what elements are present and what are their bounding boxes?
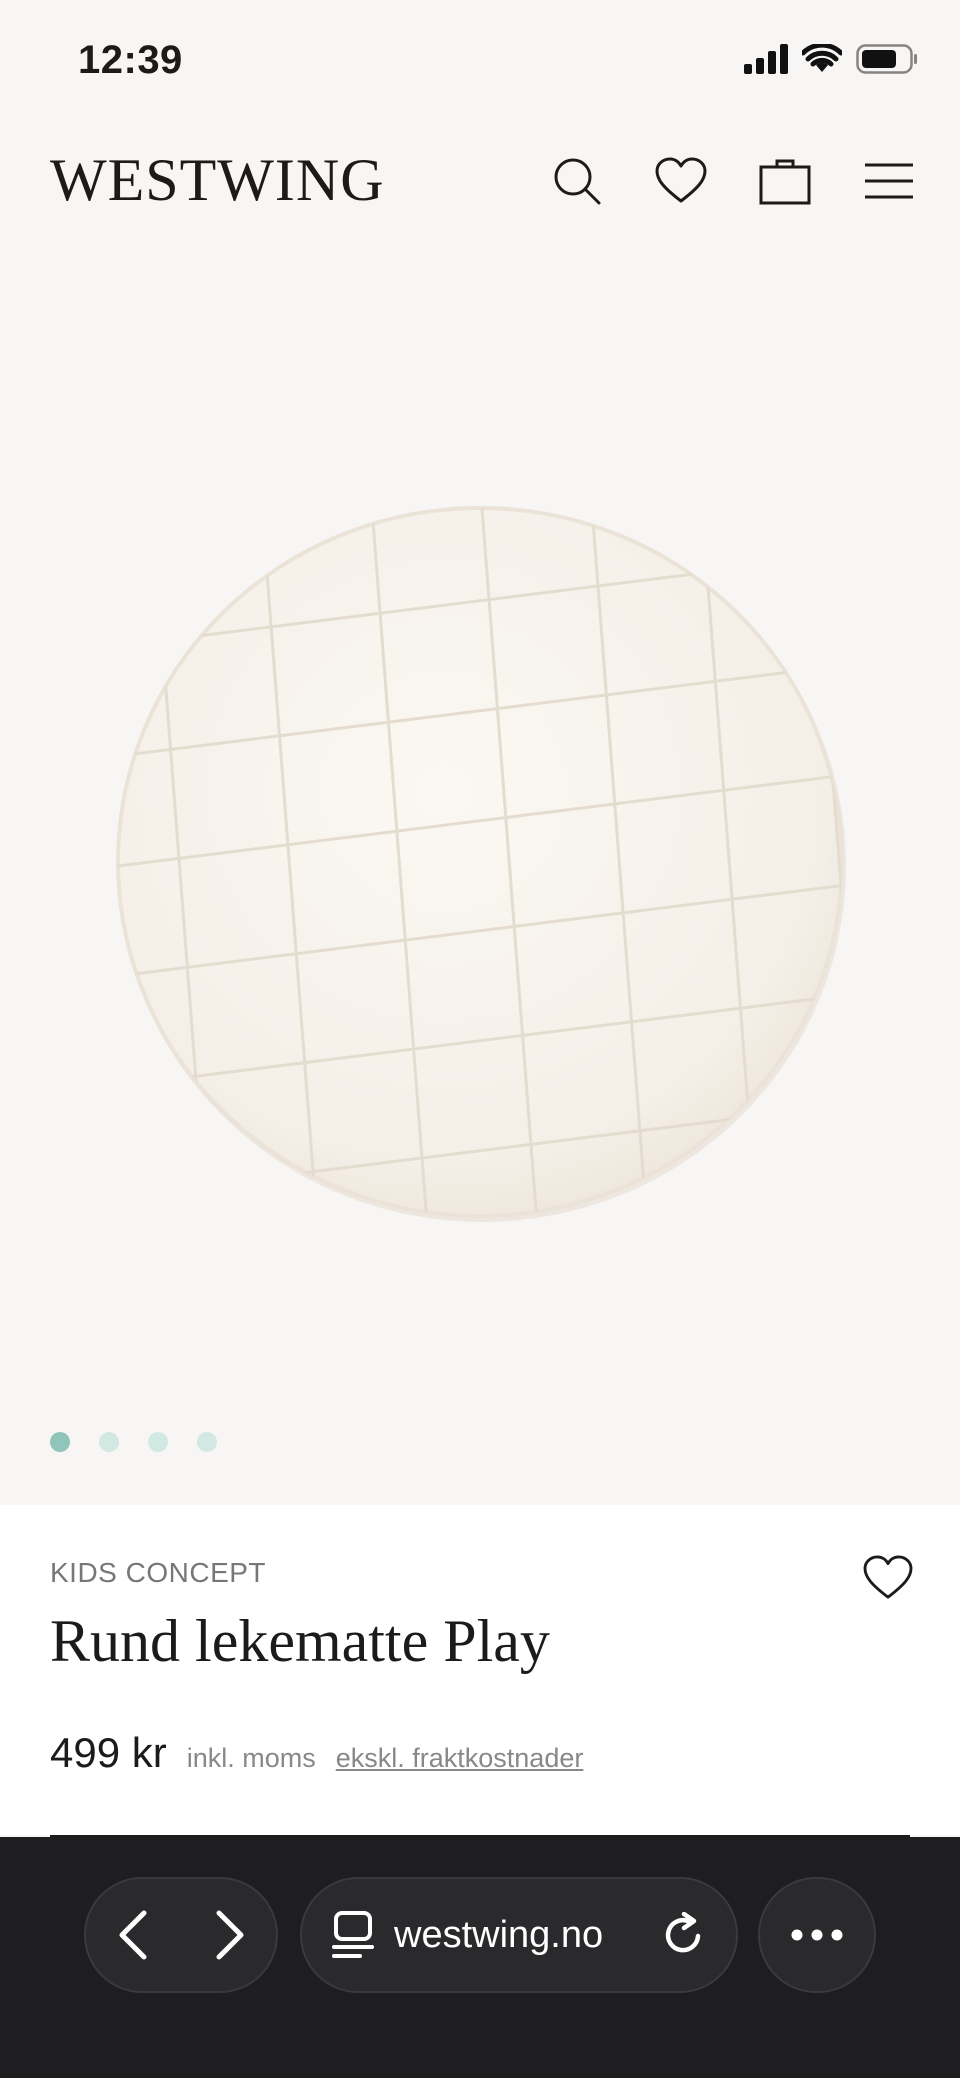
vat-note: inkl. moms (186, 1743, 316, 1773)
product-brand[interactable]: KIDS CONCEPT (50, 1557, 266, 1589)
gallery-dot-4[interactable] (197, 1432, 217, 1452)
product-image-play-mat (116, 506, 846, 1222)
back-button[interactable] (114, 1909, 154, 1961)
heart-icon (655, 157, 707, 203)
status-time: 12:39 (78, 38, 183, 82)
browser-toolbar: westwing.no (0, 1837, 960, 2078)
reload-icon[interactable] (662, 1912, 706, 1958)
shipping-link[interactable]: ekskl. fraktkostnader (336, 1743, 584, 1774)
tabs-icon (332, 1911, 374, 1958)
search-button[interactable] (546, 150, 608, 212)
more-icon (791, 1929, 843, 1941)
search-icon (554, 158, 601, 205)
product-price: 499 kr (50, 1729, 167, 1776)
header-actions (546, 150, 920, 212)
status-icons (744, 44, 918, 74)
gallery-dot-3[interactable] (148, 1432, 168, 1452)
product-title: Rund lekematte Play (50, 1608, 550, 1674)
wishlist-button[interactable] (650, 150, 712, 212)
menu-icon (865, 163, 913, 199)
bag-icon (759, 159, 811, 205)
battery-icon (856, 44, 917, 74)
signal-icon (744, 44, 788, 74)
status-bar: 12:39 (0, 0, 960, 120)
url-text: westwing.no (394, 1913, 604, 1956)
address-bar[interactable]: westwing.no (300, 1877, 738, 1993)
gallery-dot-1[interactable] (50, 1432, 70, 1452)
product-image-gallery[interactable] (0, 240, 960, 1505)
cart-button[interactable] (754, 150, 816, 212)
westwing-logo[interactable]: WESTWING (50, 146, 385, 215)
gallery-pagination (50, 1432, 217, 1452)
heart-icon (863, 1555, 913, 1599)
add-to-wishlist-button[interactable] (862, 1555, 918, 1611)
forward-button[interactable] (209, 1909, 249, 1961)
product-info: KIDS CONCEPT Rund lekematte Play 499 kr … (0, 1505, 960, 1837)
price-row: 499 kr inkl. moms ekskl. fraktkostnader (50, 1729, 583, 1777)
menu-button[interactable] (858, 150, 920, 212)
more-options-button[interactable] (758, 1877, 876, 1993)
wifi-icon (802, 44, 842, 72)
browser-nav-group (84, 1877, 278, 1993)
gallery-dot-2[interactable] (99, 1432, 119, 1452)
site-header: WESTWING (0, 130, 960, 230)
